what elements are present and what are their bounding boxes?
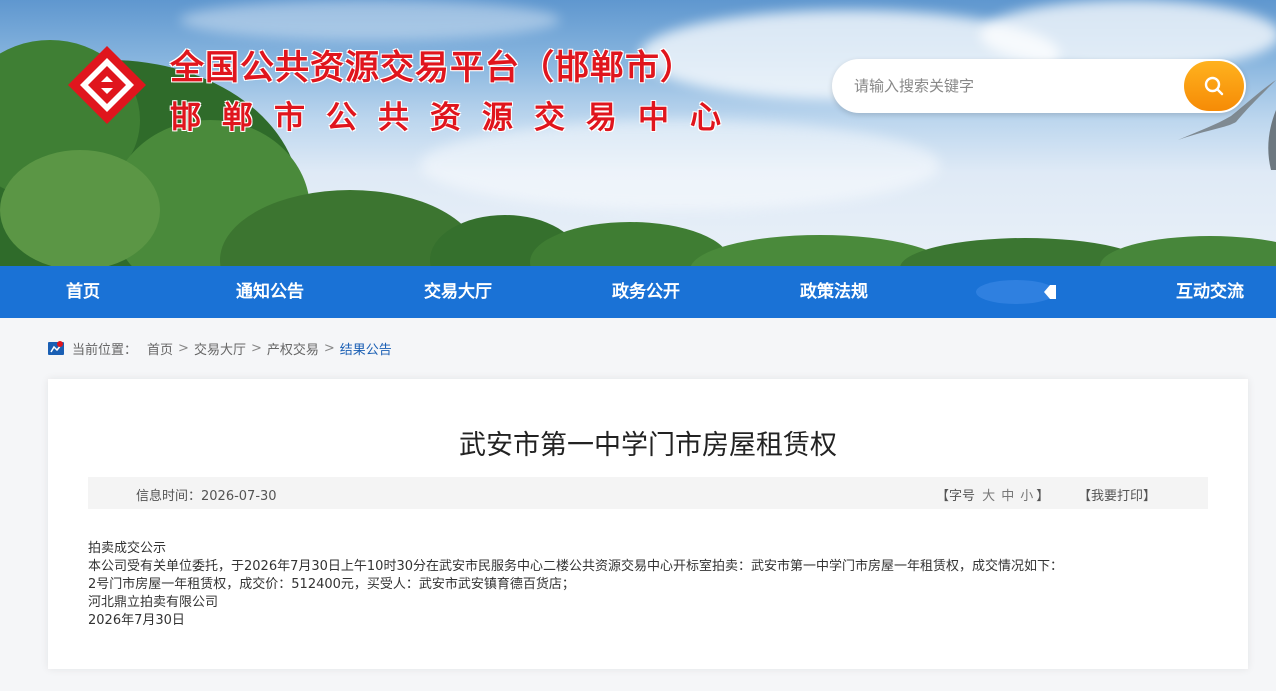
map-pin-icon [48, 341, 64, 355]
search-button[interactable] [1184, 61, 1244, 111]
nav-item-interaction[interactable]: 互动交流 [1176, 266, 1244, 318]
breadcrumb-separator: > [178, 340, 189, 356]
print-button[interactable]: 【我要打印】 [1078, 485, 1156, 504]
body-line: 2号门市房屋一年租赁权，成交价：512400元，买受人：武安市武安镇育德百货店； [88, 577, 575, 592]
breadcrumb: 当前位置： 首页 > 交易大厅 > 产权交易 > 结果公告 [48, 338, 392, 358]
nav-loading-decoration [976, 280, 1056, 304]
nav-item-notices[interactable]: 通知公告 [236, 266, 304, 318]
breadcrumb-result-notice[interactable]: 结果公告 [340, 339, 392, 358]
logo-diamond-icon [68, 46, 146, 124]
header-banner: 全国公共资源交易平台（邯郸市） 邯郸市公共资源交易中心 [0, 0, 1276, 266]
body-line: 2026年7月30日 [88, 613, 185, 628]
article-meta-bar: 信息时间：2026-07-30 【字号 大中小】 【我要打印】 [88, 477, 1208, 509]
breadcrumb-home[interactable]: 首页 [147, 339, 173, 358]
tree-decoration [1100, 236, 1276, 266]
breadcrumb-prefix: 当前位置： [72, 342, 138, 358]
article-body: 拍卖成交公示 本公司受有关单位委托，于2026年7月30日上午10时30分在武安… [88, 540, 1218, 630]
nav-item-trading-hall[interactable]: 交易大厅 [424, 266, 492, 318]
font-medium-button[interactable]: 中 [1001, 489, 1014, 504]
search-icon [1204, 76, 1224, 96]
article-title: 武安市第一中学门市房屋租赁权 [459, 430, 837, 461]
print-label: 我要打印 [1091, 489, 1144, 504]
font-size-label: 字号 [949, 489, 976, 504]
breadcrumb-trading-hall[interactable]: 交易大厅 [194, 339, 246, 358]
article-card: 武安市第一中学门市房屋租赁权 信息时间：2026-07-30 【字号 大中小】 … [48, 379, 1248, 669]
breadcrumb-property-trading[interactable]: 产权交易 [267, 339, 319, 358]
search-input[interactable] [854, 73, 1174, 99]
site-subtitle: 邯郸市公共资源交易中心 [170, 100, 742, 136]
breadcrumb-separator: > [250, 340, 262, 356]
nav-item-home[interactable]: 首页 [66, 266, 100, 318]
info-time: 信息时间：2026-07-30 [136, 489, 277, 504]
tree-decoration [0, 150, 160, 266]
nav-item-gov-affairs[interactable]: 政务公开 [612, 266, 680, 318]
search-box [832, 59, 1246, 113]
font-small-button[interactable]: 小 [1020, 489, 1033, 504]
font-size-controls: 【字号 大中小】 [936, 489, 1050, 504]
breadcrumb-separator: > [323, 340, 335, 356]
cloud-decoration [180, 0, 560, 40]
body-line: 河北鼎立拍卖有限公司 [88, 595, 219, 610]
site-title: 全国公共资源交易平台（邯郸市） [170, 48, 695, 88]
nav-item-policy[interactable]: 政策法规 [800, 266, 868, 318]
font-large-button[interactable]: 大 [982, 489, 995, 504]
body-line: 拍卖成交公示 [88, 541, 167, 556]
body-line: 本公司受有关单位委托，于2026年7月30日上午10时30分在武安市民服务中心二… [88, 559, 1063, 574]
main-nav: 首页 通知公告 交易大厅 政务公开 政策法规 互动交流 [0, 266, 1276, 318]
